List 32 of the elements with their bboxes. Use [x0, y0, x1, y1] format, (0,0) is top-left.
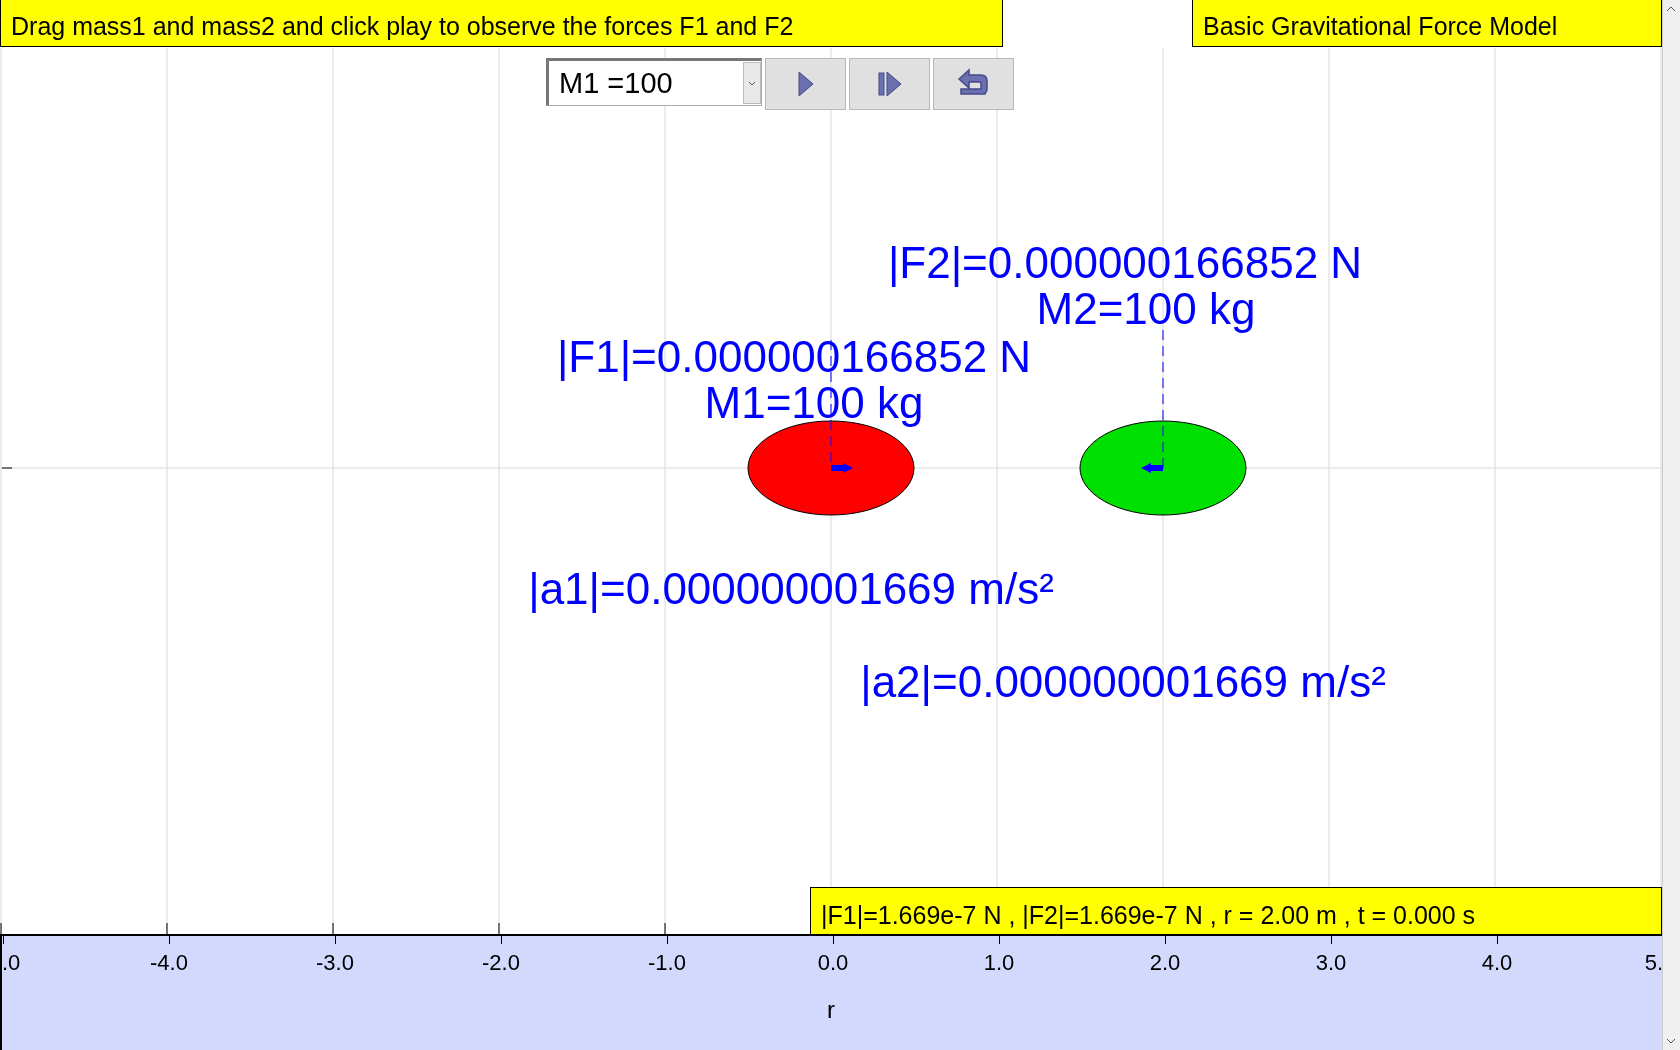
- play-icon: [796, 70, 815, 98]
- acceleration-label: |a1|=0.000000001669 m/s²: [528, 564, 1054, 613]
- mass-ball[interactable]: [1079, 420, 1247, 516]
- axis-label: r: [827, 996, 835, 1024]
- axis-tick-label: 5.: [1644, 950, 1663, 976]
- force-label: |F1|=0.000000166852 N: [556, 332, 1032, 381]
- reset-button[interactable]: [933, 58, 1014, 110]
- axis-tick-label: .0: [2, 950, 21, 976]
- force-arrow-icon: [831, 463, 853, 473]
- step-button[interactable]: [849, 58, 930, 110]
- scroll-down-icon[interactable]: [1666, 1038, 1676, 1044]
- model-title: Basic Gravitational Force Model: [1192, 0, 1662, 47]
- status-readout: |F1|=1.669e-7 N , |F2|=1.669e-7 N , r = 2.00 m , t = 0.000 s: [810, 887, 1662, 934]
- axis-tick-label: -1.0: [648, 950, 686, 976]
- instruction-banner: Drag mass1 and mass2 and click play to observe the forces F1 and F2: [0, 0, 1003, 47]
- acceleration-label: |a2|=0.000000001669 m/s²: [860, 657, 1386, 706]
- mass-dropdown[interactable]: M1 =100: [546, 58, 762, 106]
- axis-tick-label: 3.0: [1315, 950, 1347, 976]
- axis-tick-label: 1.0: [983, 950, 1015, 976]
- play-button[interactable]: [765, 58, 846, 110]
- force-label: |F2|=0.000000166852 N: [887, 238, 1363, 287]
- axis-tick-label: 2.0: [1149, 950, 1181, 976]
- axis-tick-label: 4.0: [1481, 950, 1513, 976]
- mass-label: M1=100 kg: [704, 378, 924, 427]
- mass-label: M2=100 kg: [1036, 284, 1256, 333]
- axis-tick-label: 0.0: [817, 950, 849, 976]
- step-icon: [876, 70, 903, 98]
- force-arrow-icon: [1141, 463, 1163, 473]
- scroll-up-icon[interactable]: [1666, 6, 1676, 12]
- axis-tick-label: -2.0: [482, 950, 520, 976]
- axis-tick-label: -4.0: [150, 950, 188, 976]
- axis-tick-label: -3.0: [316, 950, 354, 976]
